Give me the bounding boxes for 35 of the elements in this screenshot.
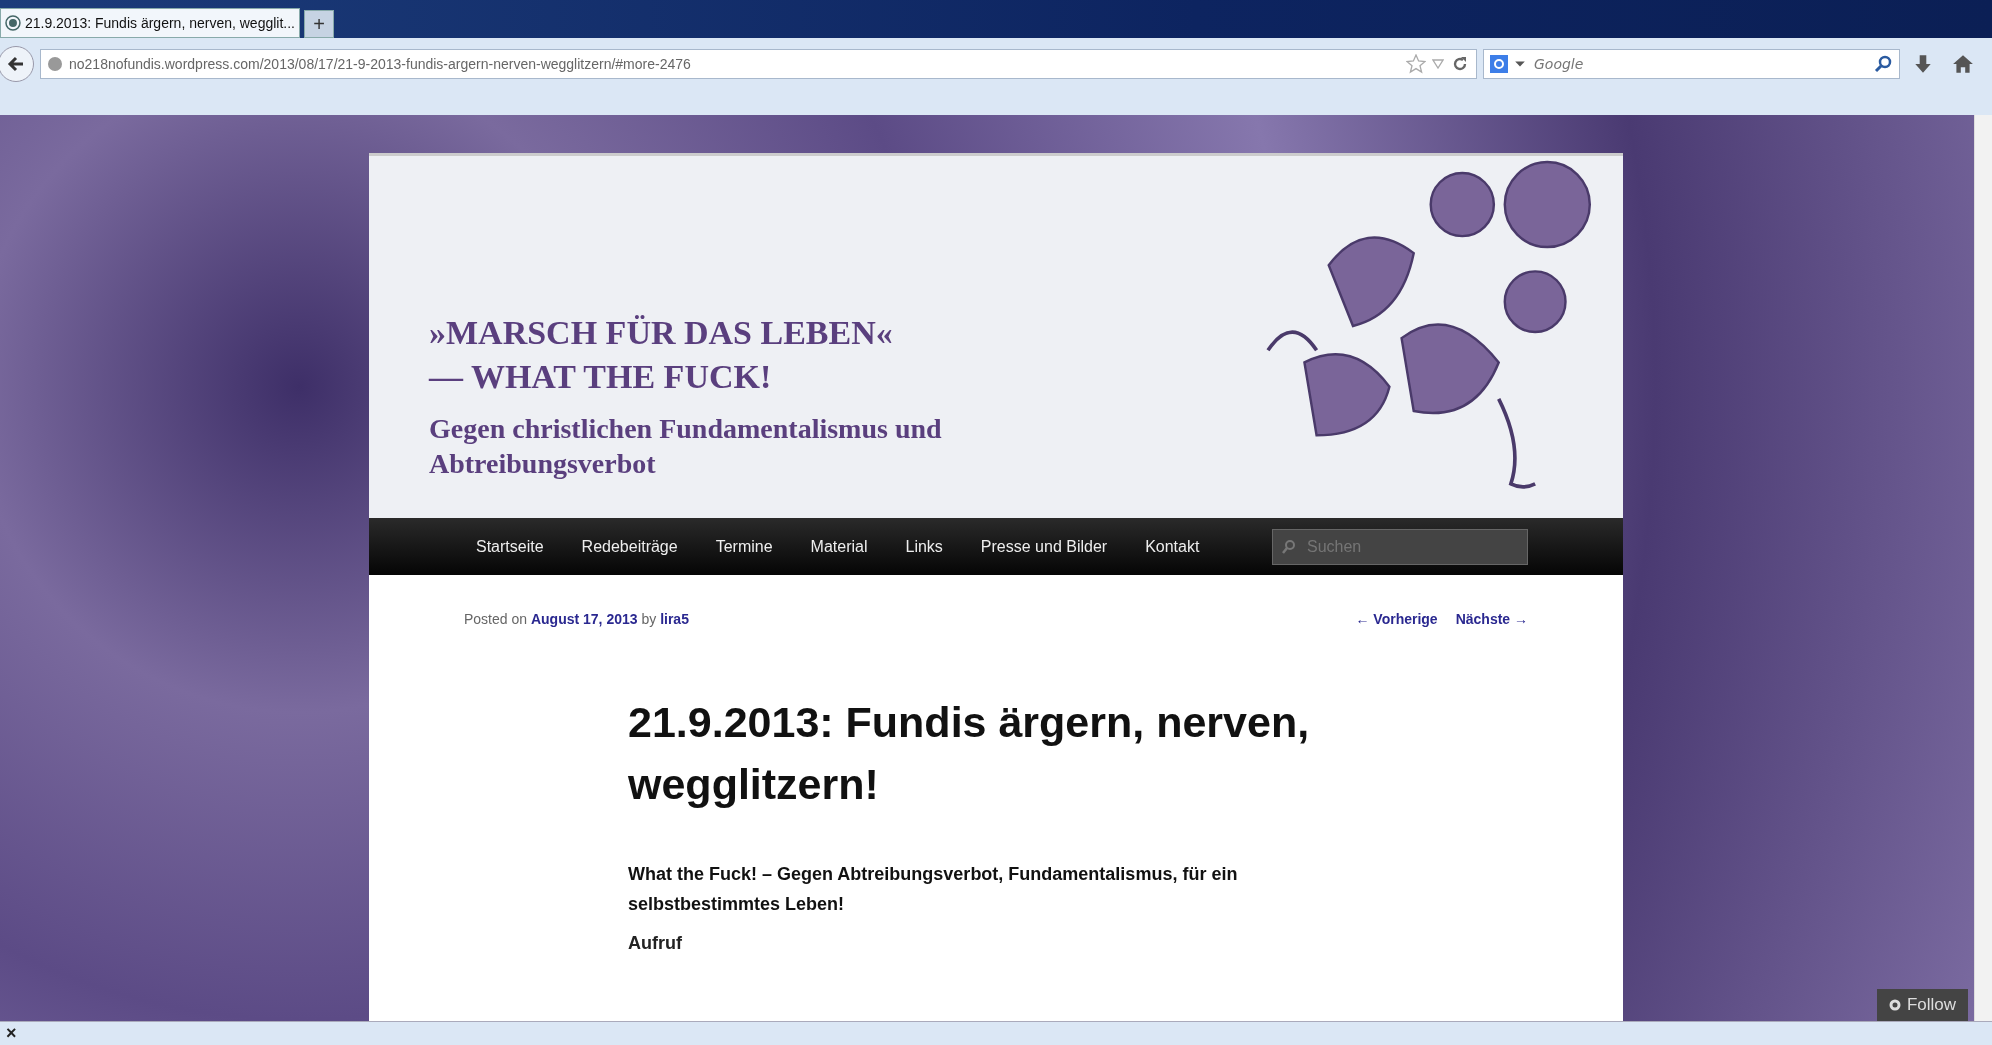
home-icon[interactable] xyxy=(1952,53,1974,75)
follow-button[interactable]: Follow xyxy=(1876,989,1968,1021)
site-tagline: Gegen christlichen Fundamentalismus und Abtreibungsverbot xyxy=(429,412,943,481)
nav-link[interactable]: Material xyxy=(791,537,887,556)
search-icon[interactable] xyxy=(1873,54,1893,74)
search-input[interactable]: Google xyxy=(1532,55,1867,73)
nav-link[interactable]: Redebeiträge xyxy=(562,537,697,556)
back-arrow-icon xyxy=(6,54,26,74)
url-text: no218nofundis.wordpress.com/2013/08/17/21-9-2013-fundis-argern-nerven-wegglitzern/#more-2476 xyxy=(69,56,691,72)
plus-circle-icon xyxy=(1888,999,1901,1011)
search-field[interactable]: Google xyxy=(1483,49,1900,79)
next-link[interactable]: Nächste → xyxy=(1455,611,1528,627)
lead-paragraph: What the Fuck! – Gegen Abtreibungsverbot, Fundamentalismus, für ein selbstbestimmtes Leben! xyxy=(628,863,1239,916)
star-icon[interactable] xyxy=(1406,54,1426,74)
author-link[interactable]: lira5 xyxy=(660,611,689,627)
post-meta: Posted on August 17, 2013 by lira5 xyxy=(464,611,689,627)
dropdown-icon[interactable] xyxy=(1514,59,1526,69)
scrollbar[interactable] xyxy=(1974,115,1992,1021)
browser-tab[interactable]: 21.9.2013: Fundis ärgern, nerven, wegglit... xyxy=(0,8,300,38)
nav-link[interactable]: Kontakt xyxy=(1126,537,1219,556)
section-heading: Aufruf xyxy=(628,933,683,954)
nav-link[interactable]: Presse und Bilder xyxy=(961,537,1127,556)
search-icon xyxy=(1281,538,1297,555)
nav-link[interactable]: Termine xyxy=(696,537,792,556)
close-button[interactable]: × xyxy=(0,1023,23,1044)
nav-link[interactable]: Startseite xyxy=(457,537,563,556)
post-title: 21.9.2013: Fundis ärgern, nerven, wegglitzern! xyxy=(628,697,1311,810)
new-tab-button[interactable]: + xyxy=(304,10,334,38)
previous-link[interactable]: ← Vorherige xyxy=(1355,611,1438,627)
site-title[interactable]: »MARSCH FÜR DAS LEBEN« — WHAT THE FUCK! xyxy=(429,311,899,399)
nav-link[interactable]: Links xyxy=(886,537,962,556)
back-button[interactable] xyxy=(0,46,34,82)
date-link[interactable]: August 17, 2013 xyxy=(530,611,638,627)
tab-title: 21.9.2013: Fundis ärgern, nerven, wegglit... xyxy=(24,15,295,31)
address-bar[interactable]: no218nofundis.wordpress.com/2013/08/17/21-9-2013-fundis-argern-nerven-wegglitzern/#more-2476 xyxy=(40,49,1477,79)
